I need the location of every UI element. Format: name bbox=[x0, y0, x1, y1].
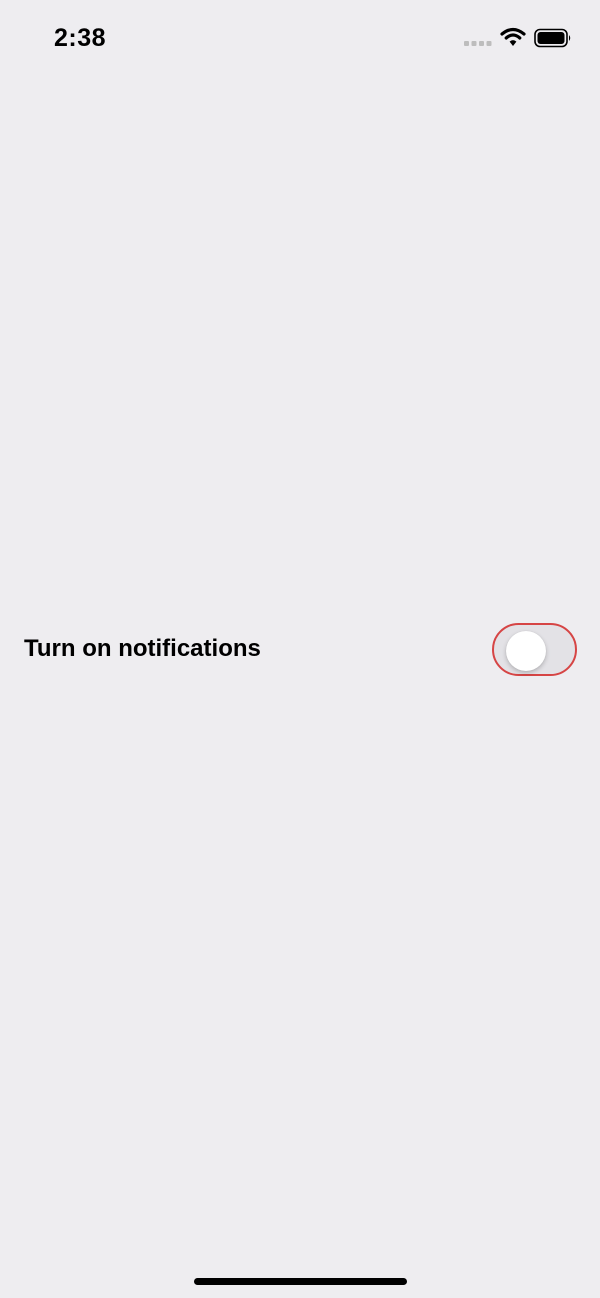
notifications-label: Turn on notifications bbox=[24, 635, 261, 662]
status-bar: 2:38 bbox=[0, 0, 600, 80]
home-indicator[interactable] bbox=[194, 1278, 407, 1285]
wifi-icon bbox=[500, 27, 526, 46]
toggle-knob bbox=[506, 630, 546, 671]
battery-icon bbox=[534, 28, 571, 48]
status-time: 2:38 bbox=[54, 24, 107, 52]
notifications-setting-row: Turn on notifications bbox=[0, 620, 600, 678]
cellular-signal-icon bbox=[464, 41, 492, 46]
notifications-toggle[interactable] bbox=[492, 623, 577, 676]
